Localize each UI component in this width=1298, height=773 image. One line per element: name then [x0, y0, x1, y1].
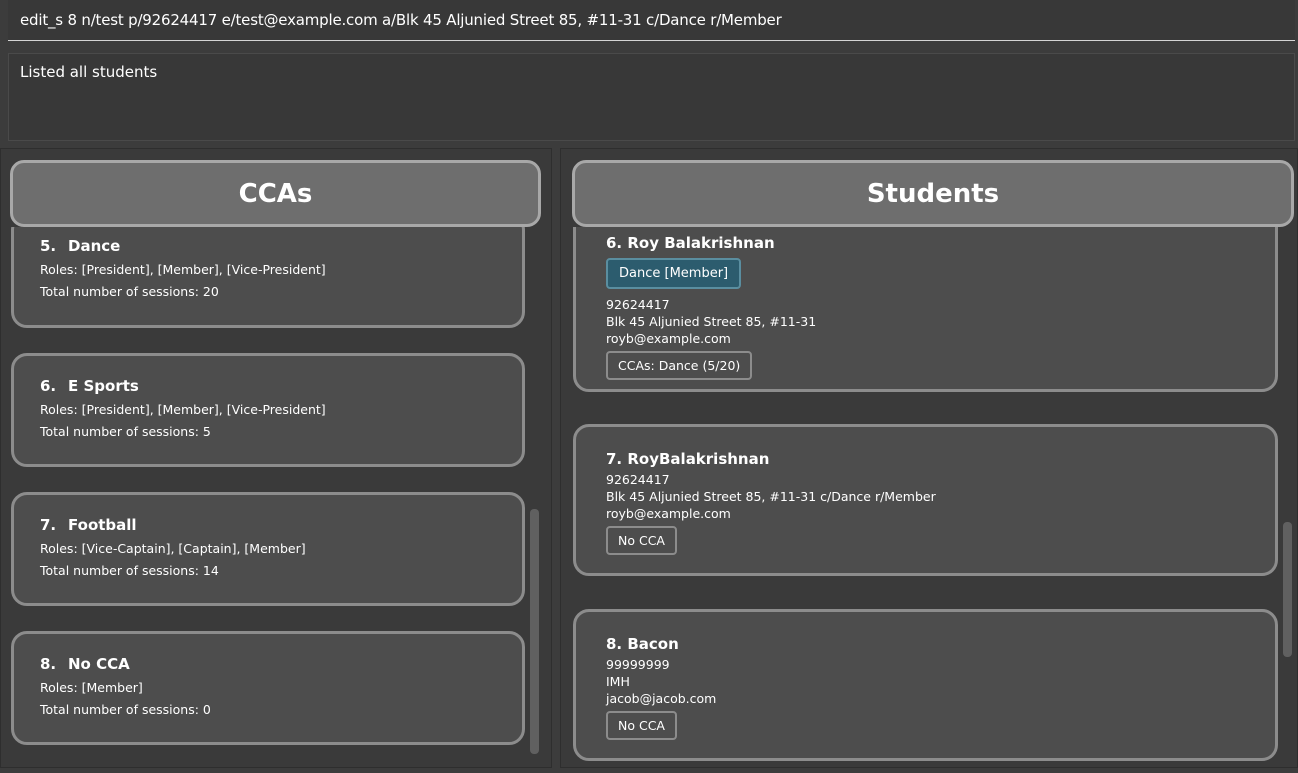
cca-name: No CCA — [68, 655, 130, 673]
cca-sessions: Total number of sessions: 14 — [40, 563, 219, 578]
student-phone: 99999999 — [606, 657, 670, 672]
cca-index: 5. — [40, 237, 57, 255]
split-divider[interactable] — [552, 148, 560, 773]
student-phone: 92624417 — [606, 297, 670, 312]
cca-panel: CCAs 5. Dance Roles: [President], [Member… — [0, 148, 552, 768]
student-name: 8. Bacon — [606, 635, 679, 653]
cca-title: 7. Football — [40, 516, 522, 534]
cca-roles: Roles: [Vice-Captain], [Captain], [Membe… — [40, 541, 306, 556]
student-name: 6. Roy Balakrishnan — [606, 234, 775, 252]
cca-panel-header: CCAs — [10, 160, 541, 227]
student-panel-header: Students — [572, 160, 1294, 227]
cca-index: 8. — [40, 655, 57, 673]
cca-index: 7. — [40, 516, 57, 534]
student-panel: Students 6. Roy Balakrishnan Dance [Memb… — [560, 148, 1298, 768]
cca-tag: CCAs: Dance (5/20) — [606, 351, 753, 380]
cca-card[interactable]: 5. Dance Roles: [President], [Member], [V… — [11, 227, 525, 328]
cca-sessions: Total number of sessions: 20 — [40, 284, 219, 299]
student-email: royb@example.com — [606, 506, 731, 521]
student-address: Blk 45 Aljunied Street 85, #11-31 — [606, 314, 817, 329]
cca-roles: Roles: [President], [Member], [Vice-Pres… — [40, 262, 326, 277]
cca-roles: Roles: [Member] — [40, 680, 143, 695]
cca-sessions: Total number of sessions: 0 — [40, 702, 211, 717]
command-box[interactable] — [8, 0, 1295, 41]
command-input[interactable] — [8, 0, 1295, 40]
cca-title: 6. E Sports — [40, 377, 522, 395]
student-card[interactable]: 6. Roy Balakrishnan Dance [Member] 92624… — [573, 227, 1278, 392]
student-email: royb@example.com — [606, 331, 731, 346]
student-address: Blk 45 Aljunied Street 85, #11-31 c/Danc… — [606, 489, 936, 504]
cca-card[interactable]: 6. E Sports Roles: [President], [Member],… — [11, 353, 525, 467]
result-text: Listed all students — [20, 63, 158, 81]
student-email: jacob@jacob.com — [606, 691, 717, 706]
student-address: IMH — [606, 674, 630, 689]
student-list[interactable]: 6. Roy Balakrishnan Dance [Member] 92624… — [561, 227, 1281, 767]
role-tag: Dance [Member] — [606, 258, 742, 289]
cca-tag: No CCA — [606, 526, 677, 555]
student-name: 7. RoyBalakrishnan — [606, 450, 770, 468]
cca-title: 5. Dance — [40, 237, 522, 255]
cca-list[interactable]: 5. Dance Roles: [President], [Member], [V… — [1, 227, 541, 767]
student-phone: 92624417 — [606, 472, 670, 487]
cca-tag: No CCA — [606, 711, 677, 740]
cca-name: E Sports — [68, 377, 139, 395]
cca-scrollbar[interactable] — [530, 509, 539, 754]
cca-sessions: Total number of sessions: 5 — [40, 424, 211, 439]
result-display: Listed all students — [8, 53, 1295, 141]
student-scrollbar[interactable] — [1283, 522, 1292, 657]
cca-card[interactable]: 8. No CCA Roles: [Member] Total number of… — [11, 631, 525, 745]
cca-card[interactable]: 7. Football Roles: [Vice-Captain], [Capta… — [11, 492, 525, 606]
cca-roles: Roles: [President], [Member], [Vice-Pres… — [40, 402, 326, 417]
cca-name: Dance — [68, 237, 121, 255]
student-card[interactable]: 8. Bacon 99999999 IMH jacob@jacob.com No… — [573, 609, 1278, 761]
student-card[interactable]: 7. RoyBalakrishnan 92624417 Blk 45 Aljun… — [573, 424, 1278, 576]
cca-name: Football — [68, 516, 137, 534]
cca-index: 6. — [40, 377, 57, 395]
cca-title: 8. No CCA — [40, 655, 522, 673]
